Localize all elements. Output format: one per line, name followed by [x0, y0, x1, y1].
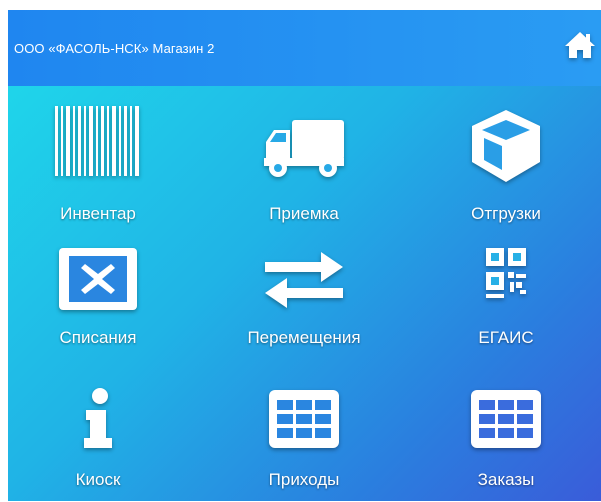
- box-icon: [472, 110, 540, 182]
- tile-label: Списания: [59, 328, 137, 347]
- tile-label: Приходы: [268, 470, 340, 489]
- barcode-icon: [55, 106, 139, 176]
- tile-receiving[interactable]: Приемка: [214, 92, 394, 223]
- info-icon: [84, 388, 112, 448]
- tile-label: Отгрузки: [471, 204, 541, 223]
- home-icon: [565, 32, 595, 58]
- store-title: ООО «ФАСОЛЬ-НСК» Магазин 2: [14, 40, 215, 56]
- close-box-icon: [59, 248, 137, 310]
- tile-label: ЕГАИС: [478, 328, 534, 347]
- tile-orders[interactable]: Заказы: [416, 382, 596, 502]
- app-frame: ООО «ФАСОЛЬ-НСК» Магазин 2 Инвентар Прие…: [8, 0, 601, 501]
- table-icon: [471, 390, 541, 448]
- tile-label: Перемещения: [247, 328, 361, 347]
- header-bar: ООО «ФАСОЛЬ-НСК» Магазин 2: [8, 10, 601, 86]
- table-icon: [269, 390, 339, 448]
- transfer-arrows-icon: [265, 252, 343, 308]
- qr-code-icon: [486, 248, 526, 298]
- tile-arrivals[interactable]: Приходы: [214, 382, 394, 502]
- tile-egais[interactable]: ЕГАИС: [416, 244, 596, 364]
- truck-icon: [264, 120, 344, 177]
- tile-label: Инвентар: [60, 204, 136, 223]
- tile-kiosk[interactable]: Киоск: [8, 382, 188, 502]
- tile-label: Киоск: [75, 470, 121, 489]
- tile-inventory[interactable]: Инвентар: [8, 92, 188, 223]
- tile-label: Приемка: [269, 204, 339, 223]
- tile-writeoffs[interactable]: Списания: [8, 244, 188, 364]
- tile-label: Заказы: [477, 470, 535, 489]
- menu-grid: Инвентар Приемка Отгрузки Списания Перем…: [8, 86, 601, 501]
- home-button[interactable]: [563, 30, 597, 60]
- tile-transfers[interactable]: Перемещения: [214, 244, 394, 364]
- tile-shipments[interactable]: Отгрузки: [416, 92, 596, 223]
